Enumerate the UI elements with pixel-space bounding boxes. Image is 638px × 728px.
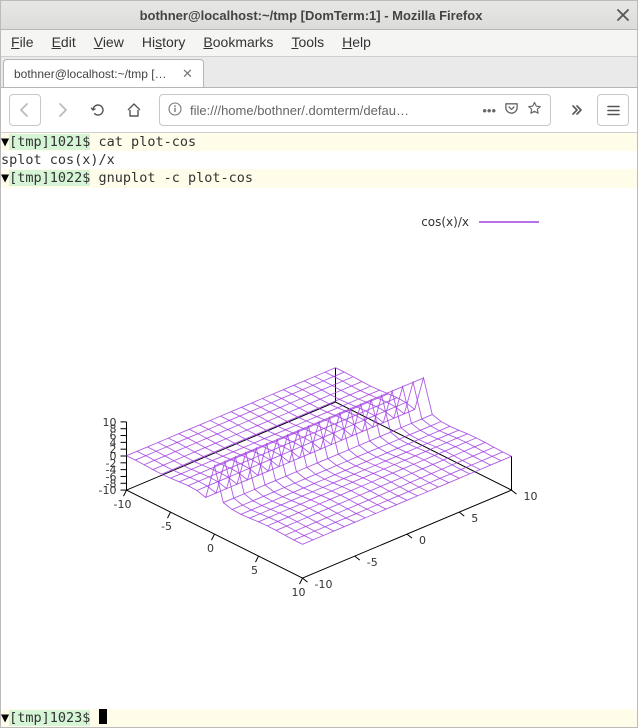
forward-icon[interactable] <box>47 95 77 125</box>
cursor <box>99 709 107 724</box>
pocket-icon[interactable] <box>504 101 519 119</box>
app-window: bothner@localhost:~/tmp [DomTerm:1] - Mo… <box>0 0 638 728</box>
svg-text:10: 10 <box>292 586 306 599</box>
svg-text:-5: -5 <box>367 556 378 569</box>
page-actions-icon[interactable]: ••• <box>482 103 496 118</box>
home-icon[interactable] <box>119 95 149 125</box>
menu-edit[interactable]: Edit <box>52 34 76 50</box>
menu-help[interactable]: Help <box>342 34 371 50</box>
bookmark-star-icon[interactable] <box>527 101 542 119</box>
svg-text:5: 5 <box>251 564 258 577</box>
terminal-content[interactable]: ▼[tmp]1021$ cat plot-cos splot cos(x)/x … <box>1 133 637 727</box>
tab-close-icon[interactable]: ✕ <box>182 66 193 82</box>
tab-label: bothner@localhost:~/tmp [D… <box>14 67 174 81</box>
menu-bookmarks[interactable]: Bookmarks <box>203 34 273 50</box>
term-line: ▼[tmp]1021$ cat plot-cos <box>1 133 637 151</box>
menu-file[interactable]: File <box>11 34 34 50</box>
term-line: ▼[tmp]1022$ gnuplot -c plot-cos <box>1 169 637 187</box>
menu-history[interactable]: History <box>142 34 186 50</box>
term-output: splot cos(x)/x <box>1 151 637 169</box>
svg-text:-5: -5 <box>161 520 172 533</box>
svg-text:-10: -10 <box>114 498 132 511</box>
menu-tools[interactable]: Tools <box>291 34 324 50</box>
gnuplot-output: -10-8-6-4-20246810-10-50510-10-50510cos(… <box>1 188 637 656</box>
urlbar[interactable]: file:///home/bothner/.domterm/defau… ••• <box>159 94 551 126</box>
back-icon[interactable] <box>9 94 41 126</box>
menu-view[interactable]: View <box>94 34 124 50</box>
reload-icon[interactable] <box>83 95 113 125</box>
titlebar: bothner@localhost:~/tmp [DomTerm:1] - Mo… <box>1 1 637 30</box>
overflow-icon[interactable] <box>561 95 591 125</box>
svg-text:-10: -10 <box>315 578 333 591</box>
svg-text:5: 5 <box>471 512 478 525</box>
tab-domterm[interactable]: bothner@localhost:~/tmp [D… ✕ <box>3 59 204 87</box>
window-title: bothner@localhost:~/tmp [DomTerm:1] - Mo… <box>7 8 615 23</box>
surface-plot: -10-8-6-4-20246810-10-50510-10-50510cos(… <box>39 196 599 656</box>
svg-text:10: 10 <box>103 416 117 429</box>
tabstrip: bothner@localhost:~/tmp [D… ✕ <box>1 57 637 88</box>
hamburger-menu-icon[interactable] <box>597 94 629 126</box>
svg-text:0: 0 <box>419 534 426 547</box>
svg-text:cos(x)/x: cos(x)/x <box>421 215 469 229</box>
close-icon[interactable] <box>615 7 631 23</box>
menubar: File Edit View History Bookmarks Tools H… <box>1 30 637 57</box>
term-prompt: ▼[tmp]1023$ <box>1 709 637 727</box>
info-icon[interactable] <box>168 102 182 119</box>
toolbar: file:///home/bothner/.domterm/defau… ••• <box>1 88 637 133</box>
svg-text:0: 0 <box>207 542 214 555</box>
url-text: file:///home/bothner/.domterm/defau… <box>190 103 474 118</box>
svg-text:10: 10 <box>524 490 538 503</box>
